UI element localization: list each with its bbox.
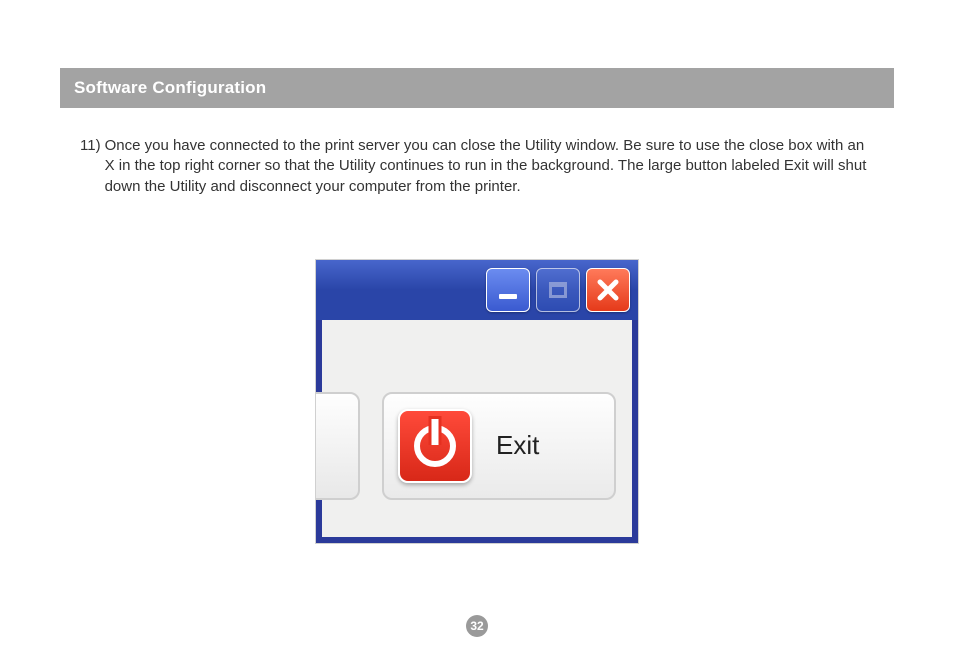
close-icon[interactable]: [586, 268, 630, 312]
power-icon: [398, 409, 472, 483]
page-number-badge: 32: [466, 615, 488, 637]
minimize-icon[interactable]: [486, 268, 530, 312]
window-client-area: Exit: [322, 320, 632, 537]
instruction-step: 11) Once you have connected to the print…: [80, 136, 874, 197]
page-number: 32: [470, 619, 483, 633]
step-text: Once you have connected to the print ser…: [105, 136, 874, 197]
section-title: Software Configuration: [74, 78, 266, 97]
maximize-icon: [536, 268, 580, 312]
section-header: Software Configuration: [60, 68, 894, 108]
screenshot-figure: Exit: [315, 259, 639, 544]
exit-button-label: Exit: [496, 430, 539, 461]
partial-button[interactable]: [315, 392, 360, 500]
content-area: 11) Once you have connected to the print…: [60, 108, 894, 544]
step-number: 11): [80, 136, 101, 156]
exit-button[interactable]: Exit: [382, 392, 616, 500]
window-titlebar: [316, 260, 638, 320]
